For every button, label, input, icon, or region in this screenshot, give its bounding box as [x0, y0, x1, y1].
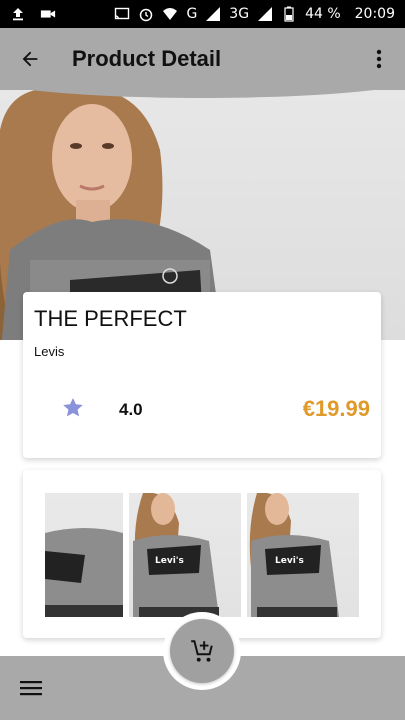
clock-label: 20:09: [354, 6, 395, 22]
product-photo-icon: Levi's: [133, 493, 219, 617]
video-icon: [40, 10, 56, 18]
carrier-label: G: [186, 6, 198, 22]
product-brand: Levis: [34, 344, 65, 359]
signal-icon-2: [258, 7, 273, 21]
gallery-thumbnail[interactable]: Levi's: [129, 493, 241, 617]
back-button[interactable]: [0, 28, 60, 90]
rating-value: 4.0: [119, 400, 143, 419]
product-price: €19.99: [302, 396, 370, 421]
page-title: Product Detail: [72, 46, 222, 71]
battery-icon: [284, 6, 294, 22]
status-left: [10, 6, 56, 22]
menu-button[interactable]: [10, 670, 52, 706]
alarm-icon: [140, 8, 153, 22]
network-label: 3G: [229, 6, 250, 22]
svg-text:Levi's: Levi's: [155, 556, 184, 566]
cast-icon: [115, 7, 130, 20]
gallery-thumbnail[interactable]: [45, 493, 123, 617]
app-bar: Product Detail: [0, 28, 405, 90]
signal-icon: [206, 7, 221, 21]
gallery-thumbnail[interactable]: Levi's: [247, 493, 359, 617]
more-vert-icon: [376, 49, 382, 69]
upload-icon: [13, 8, 23, 21]
hamburger-menu-icon: [20, 681, 42, 696]
product-photo-icon: Levi's: [249, 493, 339, 617]
wifi-icon: [163, 8, 178, 20]
product-info-card: THE PERFECT Levis 4.0 €19.99: [23, 292, 381, 458]
battery-label: 44 %: [305, 6, 341, 22]
product-name: THE PERFECT: [34, 306, 187, 331]
add-to-cart-button[interactable]: [170, 619, 234, 683]
status-right: G 3G 44 % 20:09: [114, 6, 395, 22]
status-bar: G 3G 44 % 20:09: [0, 0, 405, 28]
star-icon: [63, 398, 83, 417]
add-to-cart-icon: [191, 640, 213, 662]
more-options-button[interactable]: [353, 28, 405, 90]
product-photo-icon: [45, 528, 123, 617]
svg-text:Levi's: Levi's: [275, 556, 304, 566]
arrow-back-icon: [22, 51, 38, 67]
